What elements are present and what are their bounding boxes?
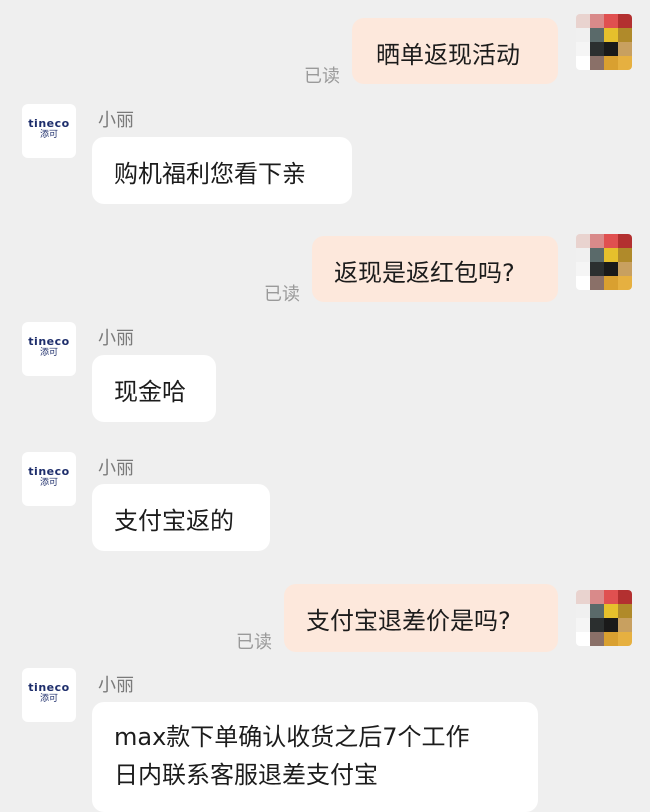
avatar-pixel bbox=[576, 632, 590, 646]
message-line: 日内联系客服退差支付宝 bbox=[114, 761, 378, 789]
sender-name: 小丽 bbox=[98, 675, 134, 696]
avatar-pixel bbox=[618, 618, 632, 632]
read-status: 已读 bbox=[264, 284, 300, 305]
avatar-pixel bbox=[590, 590, 604, 604]
avatar-pixel bbox=[590, 56, 604, 70]
avatar-pixel bbox=[604, 56, 618, 70]
message-bubble-incoming[interactable]: max款下单确认收货之后7个工作 日内联系客服退差支付宝 bbox=[92, 702, 538, 812]
avatar-pixel bbox=[618, 28, 632, 42]
avatar-pixel bbox=[604, 14, 618, 28]
avatar-pixel bbox=[590, 618, 604, 632]
avatar-pixel bbox=[604, 632, 618, 646]
avatar-pixel bbox=[576, 276, 590, 290]
read-status: 已读 bbox=[236, 632, 272, 653]
tineco-avatar[interactable]: tineco 添可 bbox=[22, 668, 76, 722]
tineco-avatar[interactable]: tineco 添可 bbox=[22, 322, 76, 376]
avatar-pixel bbox=[618, 234, 632, 248]
brand-logo-en: tineco bbox=[28, 335, 70, 348]
tineco-avatar[interactable]: tineco 添可 bbox=[22, 104, 76, 158]
sender-name: 小丽 bbox=[98, 328, 134, 349]
avatar-pixel bbox=[576, 42, 590, 56]
message-bubble-outgoing[interactable]: 返现是返红包吗? bbox=[312, 236, 558, 302]
avatar-pixel bbox=[618, 248, 632, 262]
message-bubble-incoming[interactable]: 现金哈 bbox=[92, 355, 216, 422]
message-bubble-outgoing[interactable]: 支付宝退差价是吗? bbox=[284, 584, 558, 652]
avatar-pixel bbox=[590, 248, 604, 262]
avatar-pixel bbox=[590, 276, 604, 290]
avatar-pixel bbox=[576, 14, 590, 28]
message-bubble-incoming[interactable]: 购机福利您看下亲 bbox=[92, 137, 352, 204]
avatar-pixel bbox=[590, 262, 604, 276]
avatar-pixel bbox=[604, 262, 618, 276]
avatar-pixel bbox=[604, 248, 618, 262]
avatar-pixel bbox=[604, 234, 618, 248]
avatar-pixel bbox=[618, 14, 632, 28]
sender-name: 小丽 bbox=[98, 110, 134, 131]
avatar-pixel bbox=[590, 42, 604, 56]
avatar-pixel bbox=[618, 42, 632, 56]
brand-logo-en: tineco bbox=[28, 681, 70, 694]
avatar-pixel bbox=[576, 604, 590, 618]
avatar-pixel bbox=[618, 262, 632, 276]
avatar-pixel bbox=[576, 248, 590, 262]
avatar-pixel bbox=[590, 632, 604, 646]
avatar-pixel bbox=[604, 590, 618, 604]
avatar-pixel bbox=[576, 234, 590, 248]
message-bubble-incoming[interactable]: 支付宝返的 bbox=[92, 484, 270, 551]
message-line: max款下单确认收货之后7个工作 bbox=[114, 723, 470, 751]
message-bubble-outgoing[interactable]: 晒单返现活动 bbox=[352, 18, 558, 84]
avatar-pixel bbox=[604, 618, 618, 632]
sender-name: 小丽 bbox=[98, 458, 134, 479]
avatar-pixel bbox=[604, 28, 618, 42]
avatar-pixel bbox=[576, 262, 590, 276]
avatar-pixel bbox=[590, 28, 604, 42]
brand-logo-cn: 添可 bbox=[39, 130, 58, 140]
avatar-pixel bbox=[604, 276, 618, 290]
avatar-pixel bbox=[604, 42, 618, 56]
read-status: 已读 bbox=[304, 66, 340, 87]
avatar-pixel bbox=[618, 56, 632, 70]
avatar-pixel bbox=[618, 604, 632, 618]
avatar-pixel bbox=[604, 604, 618, 618]
brand-logo-en: tineco bbox=[28, 117, 70, 130]
user-avatar[interactable] bbox=[576, 590, 632, 646]
user-avatar[interactable] bbox=[576, 234, 632, 290]
tineco-avatar[interactable]: tineco 添可 bbox=[22, 452, 76, 506]
brand-logo-cn: 添可 bbox=[39, 348, 58, 358]
brand-logo-en: tineco bbox=[28, 465, 70, 478]
brand-logo-cn: 添可 bbox=[39, 478, 58, 488]
avatar-pixel bbox=[590, 234, 604, 248]
brand-logo-cn: 添可 bbox=[39, 694, 58, 704]
avatar-pixel bbox=[576, 618, 590, 632]
avatar-pixel bbox=[618, 590, 632, 604]
avatar-pixel bbox=[576, 56, 590, 70]
user-avatar[interactable] bbox=[576, 14, 632, 70]
avatar-pixel bbox=[576, 28, 590, 42]
avatar-pixel bbox=[590, 604, 604, 618]
avatar-pixel bbox=[590, 14, 604, 28]
avatar-pixel bbox=[618, 276, 632, 290]
avatar-pixel bbox=[576, 590, 590, 604]
avatar-pixel bbox=[618, 632, 632, 646]
